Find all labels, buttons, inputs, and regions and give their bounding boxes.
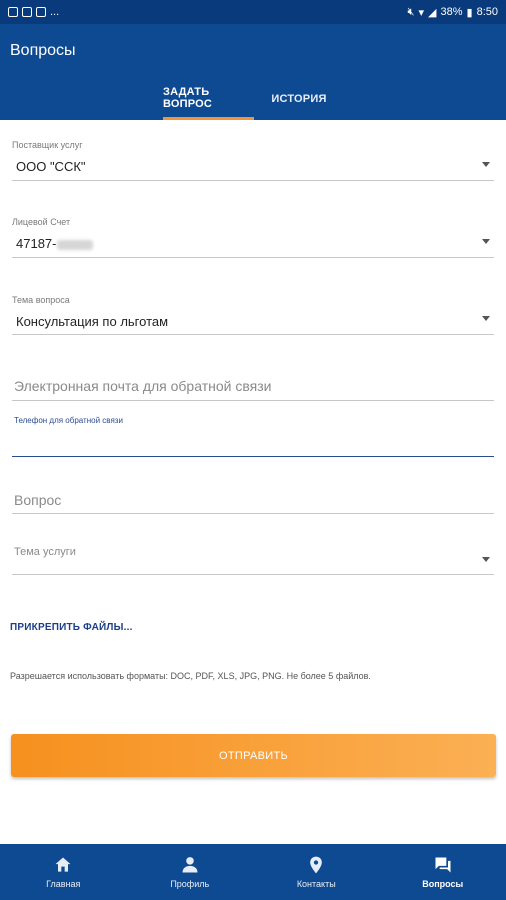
account-masked bbox=[57, 239, 94, 250]
provider-value: ООО "ССК" bbox=[16, 159, 86, 174]
mute-icon: 🔇︎ bbox=[407, 5, 415, 18]
nav-questions-label: Вопросы bbox=[422, 879, 464, 889]
nav-profile[interactable]: Профиль bbox=[127, 844, 254, 900]
notification-icon bbox=[8, 7, 18, 17]
app-bar: Вопросы ЗАДАТЬ ВОПРОС ИСТОРИЯ bbox=[0, 24, 506, 120]
status-right: 🔇︎ ▾ ◢ 38% ▮ 8:50 bbox=[408, 6, 498, 19]
more-notifications: ... bbox=[50, 6, 60, 18]
topic-value: Консультация по льготам bbox=[16, 314, 169, 329]
phone-label: Телефон для обратной связи bbox=[14, 416, 123, 425]
topic-select[interactable]: Тема вопроса Консультация по льготам bbox=[12, 295, 494, 337]
account-select[interactable]: Лицевой Счет 47187- bbox=[12, 217, 494, 259]
person-icon bbox=[182, 857, 198, 873]
formats-note: Разрешается использовать форматы: DOC, P… bbox=[10, 671, 371, 681]
nav-home-label: Главная bbox=[46, 879, 81, 889]
dropdown-arrow-icon bbox=[482, 239, 490, 244]
service-topic-underline bbox=[12, 574, 494, 575]
status-bar: ... 🔇︎ ▾ ◢ 38% ▮ 8:50 bbox=[0, 0, 506, 24]
bottom-nav: Главная Профиль Контакты Вопросы bbox=[0, 844, 506, 900]
wifi-icon: ▾ bbox=[418, 6, 425, 19]
battery-level: 38% bbox=[440, 6, 463, 18]
nav-questions[interactable]: Вопросы bbox=[380, 844, 506, 900]
image-icon bbox=[22, 7, 32, 17]
home-icon bbox=[55, 857, 71, 872]
nav-contacts[interactable]: Контакты bbox=[253, 844, 380, 900]
provider-underline bbox=[12, 180, 494, 181]
provider-select[interactable]: Поставщик услуг ООО "ССК" bbox=[12, 140, 494, 182]
clock: 8:50 bbox=[476, 6, 498, 18]
page-title: Вопросы bbox=[10, 42, 76, 59]
service-topic-placeholder: Тема услуги bbox=[14, 546, 76, 558]
battery-icon: ▮ bbox=[466, 6, 473, 19]
message-icon bbox=[36, 7, 46, 17]
topic-underline bbox=[12, 334, 494, 335]
dropdown-arrow-icon bbox=[482, 316, 490, 321]
question-field[interactable]: Вопрос bbox=[12, 489, 494, 517]
provider-label: Поставщик услуг bbox=[12, 140, 83, 150]
submit-button[interactable]: ОТПРАВИТЬ bbox=[11, 734, 496, 777]
account-value: 47187- bbox=[16, 236, 57, 251]
nav-contacts-label: Контакты bbox=[296, 879, 336, 889]
email-underline bbox=[12, 400, 494, 401]
email-field[interactable]: Электронная почта для обратной связи bbox=[12, 375, 494, 403]
tab-ask-question[interactable]: ЗАДАТЬ ВОПРОС bbox=[163, 78, 254, 120]
nav-profile-label: Профиль bbox=[170, 879, 210, 889]
question-underline bbox=[12, 513, 494, 514]
account-underline bbox=[12, 257, 494, 258]
dropdown-arrow-icon bbox=[482, 162, 490, 167]
topic-label: Тема вопроса bbox=[12, 295, 70, 305]
tab-bar: ЗАДАТЬ ВОПРОС ИСТОРИЯ bbox=[0, 78, 506, 120]
nav-home[interactable]: Главная bbox=[0, 844, 127, 900]
chat-bubbles-icon bbox=[435, 857, 451, 873]
phone-underline bbox=[12, 456, 494, 457]
email-placeholder: Электронная почта для обратной связи bbox=[14, 378, 272, 394]
account-label: Лицевой Счет bbox=[12, 217, 71, 227]
attach-files-link[interactable]: ПРИКРЕПИТЬ ФАЙЛЫ... bbox=[10, 622, 133, 633]
status-left-icons: ... bbox=[8, 6, 59, 18]
dropdown-arrow-icon bbox=[482, 557, 490, 562]
service-topic-select[interactable]: Тема услуги bbox=[12, 546, 494, 576]
tab-history[interactable]: ИСТОРИЯ bbox=[268, 78, 330, 120]
location-pin-icon bbox=[310, 856, 323, 874]
phone-field[interactable]: Телефон для обратной связи bbox=[12, 416, 494, 459]
question-placeholder: Вопрос bbox=[14, 492, 62, 508]
signal-icon: ◢ bbox=[428, 6, 437, 19]
account-value-wrap: 47187- bbox=[16, 236, 94, 251]
